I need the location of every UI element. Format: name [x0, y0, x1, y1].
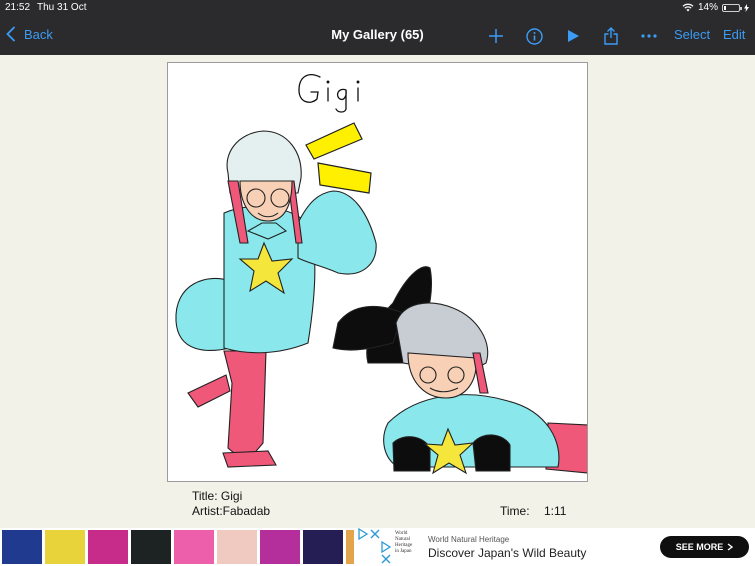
adchoices-icon[interactable] [357, 528, 369, 540]
adchoices-icon[interactable] [380, 541, 392, 553]
status-date: Thu 31 Oct [37, 2, 87, 13]
see-more-label: SEE MORE [675, 542, 724, 552]
artwork-frame[interactable] [167, 62, 588, 482]
charging-icon [744, 3, 749, 12]
status-bar: 21:52 Thu 31 Oct 14% [0, 0, 755, 16]
ad-swatch[interactable] [131, 530, 171, 564]
ad-headline[interactable]: Discover Japan's Wild Beauty [428, 546, 586, 560]
ad-swatch[interactable] [174, 530, 214, 564]
ad-swatch[interactable] [303, 530, 343, 564]
status-right: 14% [682, 2, 749, 13]
ad-swatch[interactable] [346, 530, 354, 564]
time-label: Time: [500, 504, 530, 518]
plus-icon [489, 29, 503, 43]
info-icon [525, 27, 543, 45]
yellow-mark [317, 162, 372, 194]
ad-small-text: World Natural Heritage [428, 535, 510, 544]
ad-swatch[interactable] [2, 530, 42, 564]
ad-swatch[interactable] [45, 530, 85, 564]
chevron-right-icon [727, 543, 734, 551]
ad-swatch[interactable] [88, 530, 128, 564]
nav-bar: Back My Gallery (65) Select Edit [0, 16, 755, 55]
info-button[interactable] [523, 25, 545, 47]
ad-banner[interactable]: World Natural Heritage in Japan World Na… [0, 528, 755, 566]
time-value: 1:11 [544, 504, 567, 518]
close-icon[interactable] [380, 553, 392, 565]
handwritten-title [298, 74, 360, 113]
more-button[interactable] [638, 25, 660, 47]
artwork-title: Title: Gigi [192, 489, 243, 503]
edit-button[interactable]: Edit [723, 27, 745, 42]
yellow-mark [305, 122, 363, 160]
ad-swatch[interactable] [217, 530, 257, 564]
add-button[interactable] [485, 25, 507, 47]
back-label: Back [24, 26, 53, 42]
figure-crouching [332, 266, 587, 475]
battery-percent: 14% [697, 2, 718, 13]
wifi-icon [682, 3, 694, 12]
select-button[interactable]: Select [674, 27, 710, 42]
status-time: 21:52 [5, 2, 31, 13]
ad-logo: World Natural Heritage in Japan [395, 531, 413, 554]
chevron-left-icon [6, 26, 16, 42]
share-icon [604, 27, 618, 45]
artwork-drawing [175, 74, 587, 475]
artwork-artist: Artist:Fabadab [192, 504, 271, 518]
more-icon [641, 34, 657, 38]
battery-icon [722, 3, 742, 12]
back-button[interactable]: Back [6, 26, 53, 42]
close-icon[interactable] [369, 528, 381, 540]
play-button[interactable] [562, 25, 584, 47]
ad-swatch[interactable] [260, 530, 300, 564]
battery-level [724, 5, 726, 10]
play-icon [567, 30, 579, 42]
see-more-button[interactable]: SEE MORE [660, 536, 749, 558]
share-button[interactable] [600, 25, 622, 47]
